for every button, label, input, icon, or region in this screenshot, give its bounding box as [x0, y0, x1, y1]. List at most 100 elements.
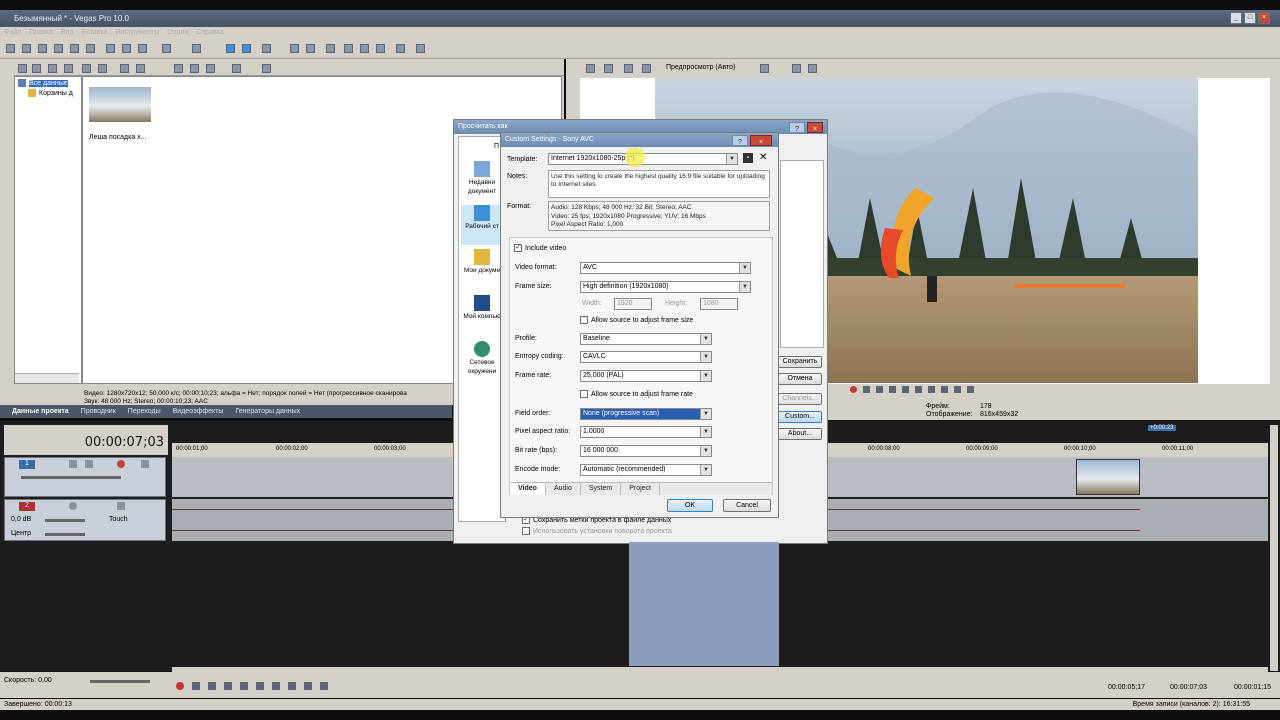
video-format-select[interactable]: AVC ▼ [580, 262, 751, 274]
media-fx-icon[interactable] [82, 64, 91, 73]
notes-textarea[interactable]: Use this setting to create the highest q… [548, 170, 770, 198]
tab-project-media[interactable]: Данные проекта [12, 405, 69, 418]
snap-icon[interactable] [226, 44, 235, 53]
redo-icon[interactable] [192, 44, 201, 53]
capture-icon[interactable] [32, 64, 41, 73]
paste-icon[interactable] [138, 44, 147, 53]
track-fx-icon[interactable] [69, 460, 77, 468]
get-media-icon[interactable] [48, 64, 57, 73]
audio-track-header[interactable]: 2 0,0 dB Touch Центр [4, 499, 166, 541]
next-frame-icon[interactable] [967, 386, 974, 393]
selection-tool-icon[interactable] [326, 44, 335, 53]
track-motion-icon[interactable] [85, 460, 93, 468]
help-icon[interactable]: ? [789, 122, 805, 133]
copy-snapshot-icon[interactable] [792, 64, 801, 73]
arm-record-icon[interactable] [69, 502, 77, 510]
custom-button[interactable]: Custom... [778, 411, 822, 423]
import-icon[interactable] [18, 64, 27, 73]
save-as-icon[interactable] [54, 44, 63, 53]
overlays-icon[interactable] [642, 64, 651, 73]
video-track-header[interactable]: 1 [4, 457, 166, 497]
profile-select[interactable]: Baseline ▼ [580, 333, 712, 345]
tab-system[interactable]: System [581, 483, 622, 495]
menu-insert[interactable]: Вставка [82, 27, 108, 38]
close-icon[interactable]: × [750, 135, 772, 146]
pause-icon[interactable] [902, 386, 909, 393]
cancel-button[interactable]: Отмена [778, 373, 822, 385]
menu-help[interactable]: Справка [196, 27, 223, 38]
pan-slider[interactable] [45, 533, 85, 536]
frame-rate-select[interactable]: 25,000 (PAL) ▼ [580, 370, 712, 382]
width-input[interactable]: 1920 [614, 298, 652, 310]
split-icon[interactable] [360, 44, 369, 53]
loop-icon[interactable] [863, 386, 870, 393]
time-selection-region[interactable] [629, 542, 779, 666]
go-to-end-icon[interactable] [941, 386, 948, 393]
tree-item-bins[interactable]: Корзины д [28, 89, 73, 97]
media-thumbnail[interactable] [89, 87, 151, 122]
checkbox[interactable] [580, 316, 588, 324]
render-icon[interactable] [70, 44, 79, 53]
go-to-start-icon[interactable] [928, 386, 935, 393]
tab-audio[interactable]: Audio [546, 483, 581, 495]
save-icon[interactable] [38, 44, 47, 53]
include-video-checkbox[interactable]: ✓ Include video [514, 244, 566, 252]
prev-frame-icon[interactable] [304, 682, 312, 690]
stop-icon[interactable] [256, 682, 264, 690]
field-order-select[interactable]: None (progressive scan) ▼ [580, 408, 712, 420]
open-icon[interactable] [22, 44, 31, 53]
auto-preview-icon[interactable] [174, 64, 183, 73]
stop-icon[interactable] [915, 386, 922, 393]
solo-icon[interactable] [141, 460, 149, 468]
play-from-start-icon[interactable] [208, 682, 216, 690]
channels-button[interactable]: Channels... [778, 393, 822, 405]
play-icon[interactable] [889, 386, 896, 393]
video-event[interactable] [1076, 459, 1140, 495]
help-icon[interactable] [396, 44, 405, 53]
cut-icon[interactable] [106, 44, 115, 53]
save-button[interactable]: Сохранить [778, 356, 822, 368]
tree-item-all[interactable]: Все данные [18, 79, 68, 87]
envelope-tool-icon[interactable] [306, 44, 315, 53]
play-icon[interactable] [224, 682, 232, 690]
lock-envelopes-icon[interactable] [262, 44, 271, 53]
place-documents[interactable]: Мои докуме [461, 249, 503, 289]
close-icon[interactable]: × [1258, 12, 1270, 24]
play-from-start-icon[interactable] [876, 386, 883, 393]
entropy-select[interactable]: CAVLC ▼ [580, 351, 712, 363]
go-to-start-icon[interactable] [272, 682, 280, 690]
zoom-tool-icon[interactable] [344, 44, 353, 53]
mute-icon[interactable] [117, 460, 125, 468]
ok-button[interactable]: OK [667, 499, 713, 512]
normal-edit-tool-icon[interactable] [290, 44, 299, 53]
delete-icon[interactable] [120, 64, 129, 73]
timeline-vscrollbar[interactable] [1270, 425, 1278, 671]
go-to-end-icon[interactable] [288, 682, 296, 690]
auto-ripple-icon[interactable] [242, 44, 251, 53]
menu-file[interactable]: Файл [4, 27, 21, 38]
checkbox[interactable] [522, 527, 530, 535]
menu-tools[interactable]: Инструменты [116, 27, 160, 38]
place-network[interactable]: Сетевое окружени [461, 341, 503, 381]
tab-transitions[interactable]: Переходы [128, 405, 161, 418]
delete-template-icon[interactable]: ✕ [759, 152, 767, 163]
play-preview-icon[interactable] [136, 64, 145, 73]
new-icon[interactable] [6, 44, 15, 53]
checkbox[interactable] [580, 390, 588, 398]
pause-icon[interactable] [240, 682, 248, 690]
cancel-button[interactable]: Cancel [723, 499, 771, 512]
checkbox[interactable]: ✓ [514, 244, 522, 252]
tab-video[interactable]: Video [510, 483, 546, 495]
save-template-icon[interactable]: ▪ [743, 153, 753, 163]
close-icon[interactable]: × [807, 122, 823, 133]
trim-icon[interactable] [376, 44, 385, 53]
place-recent[interactable]: Недавни документ [461, 161, 503, 201]
record-icon[interactable] [176, 682, 184, 690]
menu-view[interactable]: Вид [61, 27, 74, 38]
external-monitor-icon[interactable] [604, 64, 613, 73]
volume-slider[interactable] [45, 519, 85, 522]
speed-slider[interactable] [90, 680, 150, 683]
par-select[interactable]: 1,0000 ▼ [580, 426, 712, 438]
place-desktop[interactable]: Рабочий ст [461, 205, 503, 245]
remove-unused-icon[interactable] [64, 64, 73, 73]
